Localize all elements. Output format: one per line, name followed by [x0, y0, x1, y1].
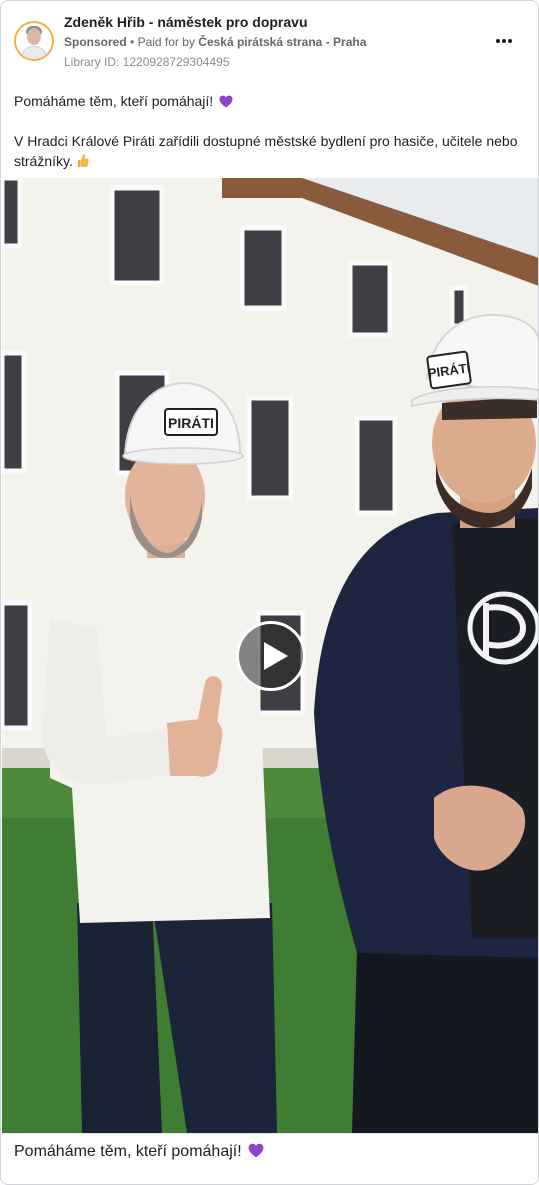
video-caption: Pomáháme těm, kteří pomáhají! — [14, 1143, 264, 1161]
play-icon — [264, 642, 288, 670]
sponsored-label: Sponsored — [64, 35, 127, 49]
library-id: Library ID: 1220928729304495 — [64, 55, 230, 69]
post-text: Pomáháme těm, kteří pomáhají! V Hradci K… — [14, 91, 524, 171]
payer-name[interactable]: Česká pirátská strana - Praha — [198, 35, 366, 49]
purple-heart-icon — [219, 95, 233, 108]
meta-separator: • — [130, 35, 135, 49]
post-line-1: Pomáháme těm, kteří pomáhají! — [14, 91, 524, 111]
page-avatar[interactable] — [14, 21, 54, 61]
page-name[interactable]: Zdeněk Hřib - náměstek pro dopravu — [64, 14, 308, 30]
paid-for-prefix: Paid for by — [137, 35, 195, 49]
helmet-left-label: PIRÁTI — [168, 415, 214, 431]
post-line-2-text: V Hradci Králové Piráti zařídili dostupn… — [14, 133, 518, 169]
play-button[interactable] — [236, 621, 306, 691]
more-options-button[interactable] — [492, 31, 516, 51]
video-caption-text: Pomáháme těm, kteří pomáhají! — [14, 1143, 242, 1160]
post-line-1-text: Pomáháme těm, kteří pomáhají! — [14, 93, 214, 109]
ad-header: Zdeněk Hřib - náměstek pro dopravu Spons… — [14, 11, 526, 73]
video-thumbnail[interactable]: PIRÁTI PIRÁTI — [2, 178, 538, 1133]
ad-card: Zdeněk Hřib - náměstek pro dopravu Spons… — [0, 0, 539, 1185]
sponsored-line: Sponsored • Paid for by Česká pirátská s… — [64, 35, 366, 49]
thumbs-up-icon — [77, 154, 89, 167]
more-horizontal-icon — [496, 39, 500, 43]
video-caption-bar: Pomáháme těm, kteří pomáhají! — [2, 1133, 538, 1184]
purple-heart-icon — [248, 1143, 264, 1158]
avatar-portrait — [16, 23, 52, 59]
post-line-2: V Hradci Králové Piráti zařídili dostupn… — [14, 131, 524, 171]
